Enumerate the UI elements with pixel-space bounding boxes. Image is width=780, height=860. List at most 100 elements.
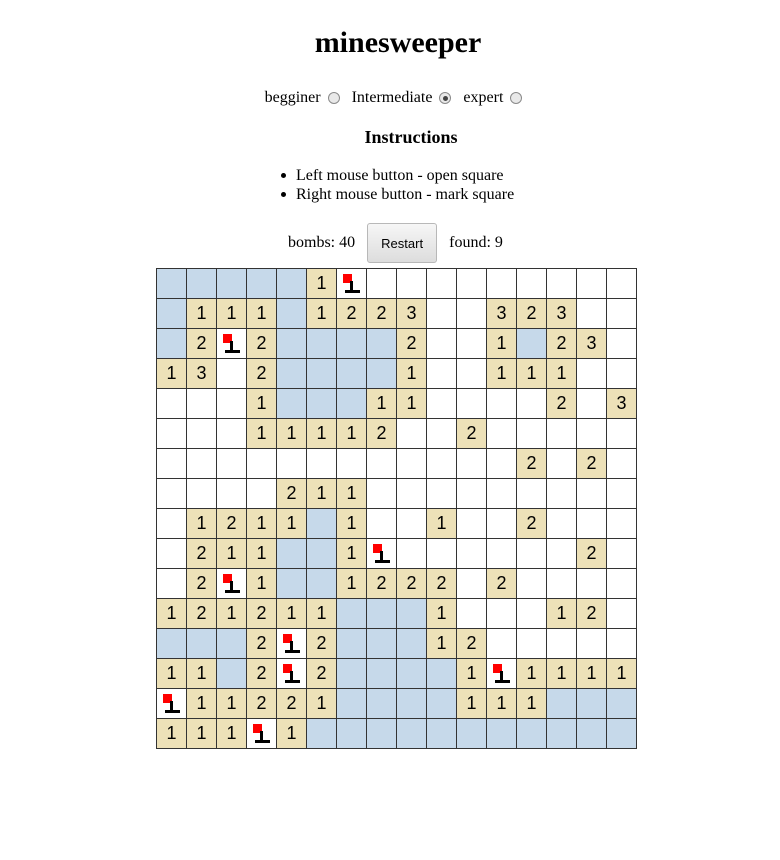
- cell-unrevealed[interactable]: [517, 569, 547, 599]
- cell-revealed-empty[interactable]: [337, 719, 367, 749]
- cell-unrevealed[interactable]: [487, 419, 517, 449]
- cell-number[interactable]: 1: [187, 719, 217, 749]
- cell-unrevealed[interactable]: [577, 419, 607, 449]
- cell-unrevealed[interactable]: [307, 449, 337, 479]
- cell-number[interactable]: 1: [307, 419, 337, 449]
- cell-unrevealed[interactable]: [487, 269, 517, 299]
- cell-unrevealed[interactable]: [547, 509, 577, 539]
- cell-number[interactable]: 1: [367, 389, 397, 419]
- cell-unrevealed[interactable]: [457, 329, 487, 359]
- cell-number[interactable]: 2: [577, 449, 607, 479]
- cell-revealed-empty[interactable]: [367, 629, 397, 659]
- cell-unrevealed[interactable]: [487, 449, 517, 479]
- cell-revealed-empty[interactable]: [277, 269, 307, 299]
- cell-number[interactable]: 2: [397, 329, 427, 359]
- cell-number[interactable]: 1: [157, 359, 187, 389]
- cell-number[interactable]: 2: [337, 299, 367, 329]
- cell-unrevealed[interactable]: [487, 389, 517, 419]
- cell-unrevealed[interactable]: [487, 509, 517, 539]
- cell-unrevealed[interactable]: [217, 479, 247, 509]
- cell-number[interactable]: 3: [607, 389, 637, 419]
- cell-flagged[interactable]: [367, 539, 397, 569]
- cell-unrevealed[interactable]: [577, 509, 607, 539]
- cell-unrevealed[interactable]: [187, 419, 217, 449]
- cell-unrevealed[interactable]: [457, 539, 487, 569]
- cell-revealed-empty[interactable]: [367, 599, 397, 629]
- cell-number[interactable]: 2: [247, 629, 277, 659]
- cell-number[interactable]: 3: [187, 359, 217, 389]
- cell-unrevealed[interactable]: [517, 479, 547, 509]
- cell-unrevealed[interactable]: [157, 479, 187, 509]
- cell-unrevealed[interactable]: [217, 359, 247, 389]
- cell-number[interactable]: 1: [277, 419, 307, 449]
- cell-flagged[interactable]: [157, 689, 187, 719]
- cell-number[interactable]: 1: [307, 269, 337, 299]
- cell-number[interactable]: 2: [367, 419, 397, 449]
- cell-revealed-empty[interactable]: [337, 659, 367, 689]
- cell-unrevealed[interactable]: [517, 419, 547, 449]
- cell-unrevealed[interactable]: [607, 569, 637, 599]
- cell-revealed-empty[interactable]: [307, 389, 337, 419]
- cell-unrevealed[interactable]: [577, 269, 607, 299]
- cell-number[interactable]: 2: [247, 599, 277, 629]
- cell-unrevealed[interactable]: [547, 269, 577, 299]
- cell-revealed-empty[interactable]: [217, 629, 247, 659]
- cell-unrevealed[interactable]: [157, 419, 187, 449]
- cell-flagged[interactable]: [337, 269, 367, 299]
- cell-unrevealed[interactable]: [547, 479, 577, 509]
- cell-revealed-empty[interactable]: [157, 329, 187, 359]
- cell-revealed-empty[interactable]: [187, 629, 217, 659]
- cell-unrevealed[interactable]: [427, 269, 457, 299]
- cell-revealed-empty[interactable]: [367, 359, 397, 389]
- cell-number[interactable]: 1: [457, 659, 487, 689]
- cell-unrevealed[interactable]: [427, 419, 457, 449]
- cell-unrevealed[interactable]: [607, 629, 637, 659]
- cell-number[interactable]: 1: [547, 359, 577, 389]
- cell-unrevealed[interactable]: [427, 449, 457, 479]
- cell-unrevealed[interactable]: [487, 539, 517, 569]
- cell-number[interactable]: 3: [547, 299, 577, 329]
- cell-unrevealed[interactable]: [607, 359, 637, 389]
- cell-number[interactable]: 2: [217, 509, 247, 539]
- cell-number[interactable]: 1: [517, 359, 547, 389]
- cell-unrevealed[interactable]: [427, 329, 457, 359]
- cell-number[interactable]: 2: [187, 599, 217, 629]
- cell-revealed-empty[interactable]: [157, 299, 187, 329]
- cell-unrevealed[interactable]: [217, 389, 247, 419]
- cell-number[interactable]: 2: [577, 539, 607, 569]
- cell-revealed-empty[interactable]: [187, 269, 217, 299]
- cell-unrevealed[interactable]: [487, 629, 517, 659]
- cell-number[interactable]: 1: [427, 509, 457, 539]
- cell-unrevealed[interactable]: [367, 479, 397, 509]
- cell-unrevealed[interactable]: [457, 599, 487, 629]
- cell-unrevealed[interactable]: [607, 449, 637, 479]
- cell-number[interactable]: 1: [607, 659, 637, 689]
- cell-unrevealed[interactable]: [607, 299, 637, 329]
- cell-revealed-empty[interactable]: [157, 269, 187, 299]
- cell-revealed-empty[interactable]: [307, 509, 337, 539]
- cell-unrevealed[interactable]: [217, 419, 247, 449]
- cell-revealed-empty[interactable]: [607, 719, 637, 749]
- cell-unrevealed[interactable]: [157, 509, 187, 539]
- cell-revealed-empty[interactable]: [307, 359, 337, 389]
- cell-unrevealed[interactable]: [457, 299, 487, 329]
- cell-unrevealed[interactable]: [607, 419, 637, 449]
- cell-unrevealed[interactable]: [427, 359, 457, 389]
- level-expert[interactable]: expert: [463, 89, 523, 107]
- cell-revealed-empty[interactable]: [397, 599, 427, 629]
- cell-revealed-empty[interactable]: [457, 719, 487, 749]
- cell-revealed-empty[interactable]: [337, 629, 367, 659]
- cell-number[interactable]: 2: [307, 629, 337, 659]
- cell-number[interactable]: 1: [157, 659, 187, 689]
- cell-revealed-empty[interactable]: [277, 299, 307, 329]
- cell-unrevealed[interactable]: [367, 449, 397, 479]
- cell-number[interactable]: 2: [457, 419, 487, 449]
- cell-unrevealed[interactable]: [577, 359, 607, 389]
- cell-number[interactable]: 1: [217, 599, 247, 629]
- cell-number[interactable]: 2: [517, 509, 547, 539]
- cell-number[interactable]: 2: [247, 329, 277, 359]
- cell-unrevealed[interactable]: [487, 479, 517, 509]
- cell-unrevealed[interactable]: [397, 539, 427, 569]
- cell-number[interactable]: 1: [187, 509, 217, 539]
- cell-number[interactable]: 2: [367, 569, 397, 599]
